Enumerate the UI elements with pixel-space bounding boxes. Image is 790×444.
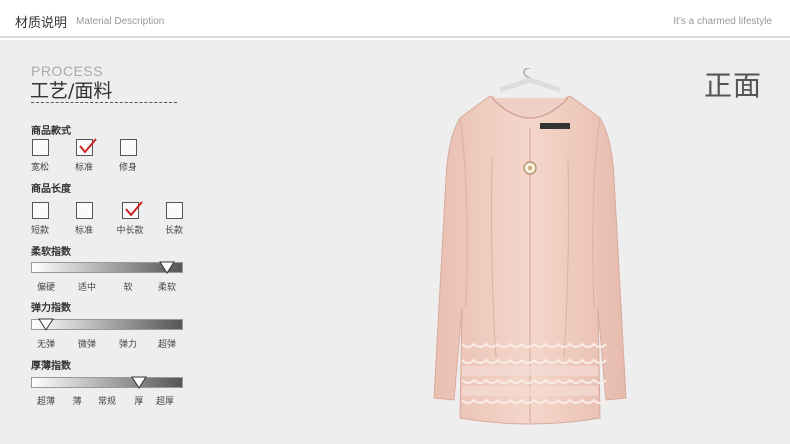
length-option-standard: 标准 [66,202,102,236]
header-tagline: It’s a charmed lifestyle [673,16,772,27]
style-option-loose: 宽松 [22,139,58,173]
front-view-label: 正面 [704,69,763,102]
option-label: 宽松 [30,163,49,173]
option-label: 修身 [118,163,137,173]
checkbox [165,202,183,219]
softness-tick: 软 [123,283,133,293]
thickness-bar [31,377,183,388]
check-icon [124,201,143,217]
length-option-midlong: 中长款 [112,201,148,236]
length-heading: 商品长度 [31,184,71,195]
lace-band [462,386,598,396]
coat-image [433,68,627,425]
material-panel: PROCESS 工艺/面料 商品款式 宽松 标准 修身 商品长度 短款 标准 中… [0,40,790,444]
length-option-short: 短款 [22,202,58,236]
process-heading-cn: 工艺/面料 [30,80,113,102]
checkbox [31,139,49,156]
thickness-heading: 厚薄指数 [31,361,71,372]
header-bar: 材质说明 Material Description It’s a charmed… [0,0,790,38]
header-title: 材质说明 [15,16,68,31]
option-label: 长款 [164,226,183,236]
checkbox [31,202,49,219]
check-icon [78,138,97,154]
style-heading: 商品款式 [31,126,71,137]
softness-tick: 偏硬 [36,283,56,293]
length-option-long: 长款 [156,202,192,236]
elasticity-tick: 微弹 [77,340,97,350]
option-label: 标准 [74,163,93,173]
hanger-bar [499,77,561,93]
thickness-tick: 常规 [97,397,117,407]
thickness-tick: 厚 [134,397,144,407]
thickness-tick: 超厚 [155,397,175,407]
softness-heading: 柔软指数 [31,247,71,258]
softness-tick: 适中 [77,283,97,293]
elasticity-tick: 超弹 [157,340,177,350]
checkbox [119,139,137,156]
style-option-standard: 标准 [66,138,102,173]
thickness-tick: 超薄 [36,397,56,407]
thickness-tick: 薄 [72,397,82,407]
option-label: 标准 [74,226,93,236]
style-option-slim: 修身 [110,139,146,173]
coat-label [540,123,570,129]
checkbox-checked [75,138,97,156]
checkbox [75,202,93,219]
lace-band [462,366,598,376]
option-label: 中长款 [116,226,144,236]
option-label: 短款 [30,226,49,236]
elasticity-heading: 弹力指数 [31,303,71,314]
softness-tick: 柔软 [157,283,177,293]
section-divider [31,102,177,103]
elasticity-tick: 弹力 [118,340,138,350]
elasticity-tick: 无弹 [36,340,56,350]
header-subtitle: Material Description [76,16,165,27]
checkbox-checked [121,201,143,219]
